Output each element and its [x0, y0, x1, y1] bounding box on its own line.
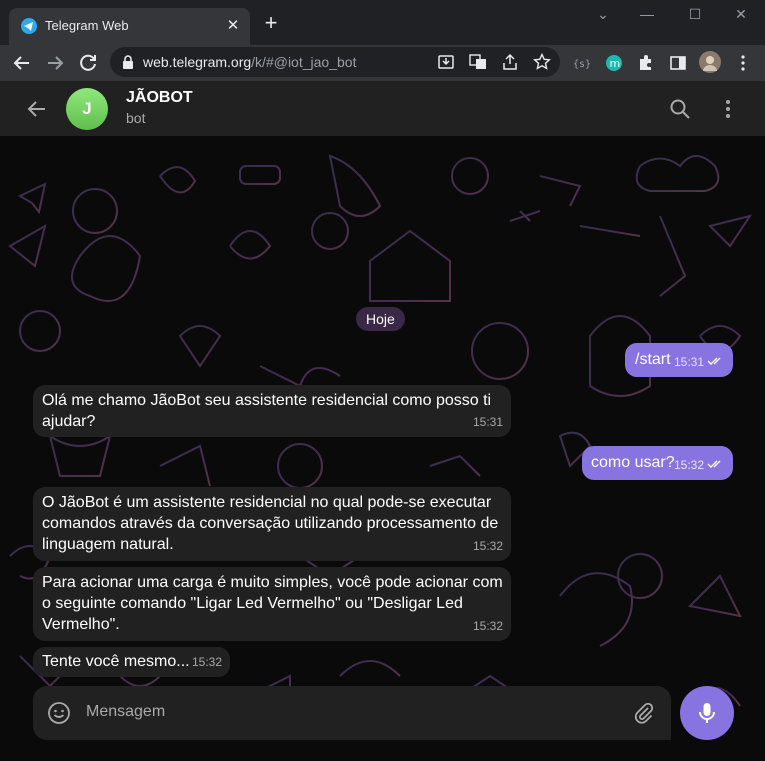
attach-icon[interactable]: [632, 701, 656, 730]
message-meta: 15:32: [674, 455, 725, 476]
message-time: 15:32: [472, 619, 503, 633]
browser-menu-icon[interactable]: [734, 54, 752, 72]
browser-forward-icon[interactable]: [43, 51, 67, 75]
browser-back-icon[interactable]: [10, 51, 34, 75]
new-tab-button[interactable]: +: [260, 12, 282, 35]
maximize-icon[interactable]: ☐: [680, 6, 710, 26]
address-bar[interactable]: web.telegram.org/k/#@iot_jao_bot: [110, 47, 560, 77]
browser-tab[interactable]: Telegram Web ✕: [9, 8, 250, 45]
profile-avatar[interactable]: [699, 51, 721, 73]
extension-m-icon[interactable]: m: [605, 54, 623, 72]
more-options-icon[interactable]: [716, 97, 740, 121]
message-bubble-incoming[interactable]: Para acionar uma carga é muito simples, …: [33, 567, 511, 641]
message-text: Olá me chamo JãoBot seu assistente resid…: [42, 392, 492, 430]
message-text: /start: [635, 351, 671, 368]
reload-icon[interactable]: [76, 51, 100, 75]
microphone-icon: [699, 703, 715, 723]
message-time: 15:31: [673, 355, 704, 369]
message-bubble-incoming[interactable]: Olá me chamo JãoBot seu assistente resid…: [33, 385, 511, 437]
back-arrow-icon[interactable]: [25, 97, 49, 121]
message-text: como usar?: [591, 454, 675, 471]
window-close-icon[interactable]: ✕: [726, 6, 756, 26]
translate-icon[interactable]: [469, 53, 487, 71]
tab-title: Telegram Web: [45, 18, 129, 33]
extension-braces-icon[interactable]: {s}: [572, 54, 591, 72]
chat-status: bot: [126, 110, 146, 126]
message-composer: [33, 686, 671, 740]
message-bubble-outgoing[interactable]: como usar? 15:32: [582, 446, 733, 480]
message-time: 15:31: [472, 415, 503, 429]
browser-titlebar: Telegram Web ✕ + ⌄ — ☐ ✕: [0, 0, 765, 45]
message-bubble-incoming[interactable]: O JãoBot é um assistente residencial no …: [33, 487, 511, 561]
search-icon[interactable]: [668, 97, 692, 121]
voice-record-button[interactable]: [680, 686, 734, 740]
svg-text:m: m: [610, 57, 621, 70]
minimize-icon[interactable]: —: [632, 6, 662, 26]
message-time: 15:32: [673, 458, 704, 472]
message-time: 15:32: [472, 539, 503, 553]
bookmark-star-icon[interactable]: [532, 52, 552, 71]
telegram-chat: J JÃOBOT bot Hoje /start 15:31 Olá me ch…: [0, 81, 765, 761]
date-separator: Hoje: [356, 307, 405, 331]
telegram-favicon-icon: [21, 18, 37, 34]
read-ticks-icon: [707, 352, 725, 373]
emoji-icon[interactable]: [47, 701, 71, 730]
browser-toolbar: web.telegram.org/k/#@iot_jao_bot {s} m: [0, 45, 765, 81]
message-input[interactable]: [86, 701, 626, 723]
message-bubble-outgoing[interactable]: /start 15:31: [625, 343, 733, 377]
tab-close-icon[interactable]: ✕: [224, 17, 242, 35]
url-text: web.telegram.org/k/#@iot_jao_bot: [143, 54, 356, 70]
message-meta: 15:31: [674, 352, 725, 373]
message-bubble-incoming[interactable]: Tente você mesmo... 15:32: [33, 647, 230, 677]
share-icon[interactable]: [501, 53, 519, 71]
message-time: 15:32: [191, 655, 222, 669]
extensions-puzzle-icon[interactable]: [637, 54, 655, 72]
side-panel-icon[interactable]: [669, 54, 687, 72]
install-app-icon[interactable]: [437, 53, 455, 71]
message-text: Para acionar uma carga é muito simples, …: [42, 574, 503, 633]
message-text: Tente você mesmo...: [42, 653, 190, 670]
lock-icon[interactable]: [122, 55, 134, 74]
svg-text:{s}: {s}: [573, 59, 590, 70]
chat-header: J JÃOBOT bot: [0, 81, 765, 136]
message-text: O JãoBot é um assistente residencial no …: [42, 494, 499, 553]
read-ticks-icon: [707, 455, 725, 476]
chat-title[interactable]: JÃOBOT: [126, 89, 193, 107]
avatar[interactable]: J: [66, 88, 108, 130]
url-host: web.telegram.org: [143, 54, 252, 70]
url-path: /k/#@iot_jao_bot: [251, 54, 357, 70]
tab-search-icon[interactable]: ⌄: [588, 6, 618, 26]
